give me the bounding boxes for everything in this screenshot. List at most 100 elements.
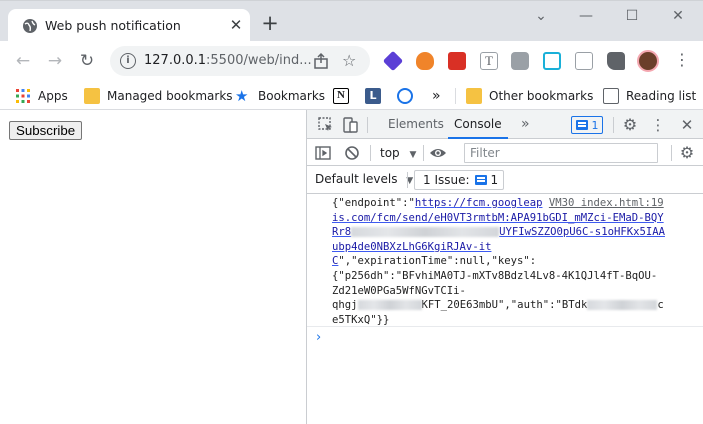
page-viewport: Subscribe	[0, 110, 306, 424]
puzzle-extensions-icon[interactable]	[607, 52, 625, 70]
reading-list[interactable]: Reading list	[603, 86, 696, 106]
console-filter-input[interactable]: Filter	[464, 143, 658, 163]
notion-icon: N	[333, 88, 349, 104]
log-line: {"endpoint":"https://fcm.googleap VM30 i…	[332, 197, 664, 209]
console-log-entry: {"endpoint":"https://fcm.googleap VM30 i…	[307, 195, 703, 327]
back-button[interactable]: ←	[10, 48, 36, 74]
toolbar-divider	[370, 145, 371, 161]
bookmark-apps-label: Apps	[38, 89, 68, 103]
issues-count: 1	[490, 173, 499, 187]
share-icon[interactable]	[312, 52, 330, 70]
star-icon: ★	[235, 87, 249, 105]
message-icon	[474, 175, 487, 185]
bookmarks-overflow[interactable]: »	[432, 86, 441, 106]
devtools-tab-bar: Elements Console » 1 ⚙ ⋮ ✕	[307, 110, 703, 139]
clear-console-icon[interactable]	[343, 144, 361, 162]
console-toolbar: top ▼ Filter ⚙	[307, 140, 703, 166]
tab-divider	[613, 117, 614, 133]
endpoint-link[interactable]: https://fcm.googleap	[415, 197, 543, 209]
text-extension-icon[interactable]: T	[480, 52, 498, 70]
apps-grid-icon	[16, 89, 30, 103]
address-bar[interactable]: i 127.0.0.1:5500/web/ind... ☆	[110, 46, 370, 76]
log-line[interactable]: ubp4de0NBXzLhG6KgiRJAv-it	[332, 240, 491, 255]
redacted-text	[357, 300, 422, 311]
bookmarks-divider	[455, 88, 456, 104]
reading-list-label: Reading list	[626, 89, 697, 103]
video-extension-icon[interactable]	[543, 52, 561, 70]
console-settings-gear-icon[interactable]: ⚙	[678, 144, 696, 162]
folder-icon	[466, 88, 482, 104]
bookmark-bookmarks-label: Bookmarks	[258, 89, 326, 103]
broadcast-icon	[397, 88, 413, 104]
close-devtools-icon[interactable]: ✕	[678, 116, 696, 134]
console-levels-bar: Default levels ▼ 1 Issue: 1	[307, 167, 703, 194]
url-text: 127.0.0.1:5500/web/ind...	[144, 53, 312, 68]
close-window-button[interactable]: ✕	[660, 5, 696, 29]
minimize-button[interactable]: —	[568, 5, 604, 29]
maximize-button[interactable]: ☐	[614, 5, 650, 29]
tab-strip: Web push notification ✕ + ⌄ — ☐ ✕	[0, 0, 703, 42]
dots-extension-icon[interactable]	[448, 52, 466, 70]
subscribe-button[interactable]: Subscribe	[9, 121, 83, 140]
sidebar-toggle-icon[interactable]	[314, 144, 332, 162]
bookmark-apps[interactable]: Apps	[15, 86, 68, 106]
site-info-icon[interactable]: i	[120, 53, 136, 69]
tab-console[interactable]: Console	[448, 110, 508, 139]
console-prompt[interactable]: ›	[316, 330, 321, 345]
redacted-text	[351, 227, 500, 238]
tab-elements[interactable]: Elements	[388, 110, 444, 139]
context-selector[interactable]: top ▼	[380, 144, 416, 162]
toolbar-divider	[423, 145, 424, 161]
metamask-extension-icon[interactable]	[416, 52, 434, 70]
log-line: Zd21eW0PGa5WfNGvTCIi-	[332, 284, 466, 297]
notion-bookmark[interactable]: N	[333, 86, 356, 106]
dropdown-arrow-icon: ▼	[409, 150, 417, 160]
folder-icon	[84, 88, 100, 104]
bookmark-other[interactable]: Other bookmarks	[466, 86, 593, 106]
bookmark-bookmarks[interactable]: ★ Bookmarks	[235, 86, 325, 106]
l-app-icon: L	[365, 88, 381, 104]
layers-extension-icon[interactable]	[382, 50, 404, 72]
podcast-bookmark[interactable]	[397, 86, 420, 106]
reader-extension-icon[interactable]	[575, 52, 593, 70]
reload-button[interactable]: ↻	[74, 48, 100, 74]
tab-overflow[interactable]: »	[521, 110, 530, 139]
device-toolbar-icon[interactable]	[341, 116, 359, 134]
log-line: C","expirationTime":null,"keys":	[332, 255, 537, 268]
reading-list-icon	[603, 88, 619, 104]
devtools-panel: Elements Console » 1 ⚙ ⋮ ✕ top ▼ Filter …	[306, 110, 703, 424]
tab-title: Web push notification	[45, 18, 181, 33]
context-selector-label: top	[380, 146, 400, 160]
menu-kebab-icon[interactable]: ⋮	[674, 50, 690, 70]
inspect-element-icon[interactable]	[317, 116, 335, 134]
toolbar-divider	[671, 145, 672, 161]
new-tab-button[interactable]: +	[259, 13, 281, 35]
close-icon[interactable]: ✕	[227, 16, 245, 34]
camera-extension-icon[interactable]	[511, 52, 529, 70]
issues-button[interactable]: 1 Issue: 1	[414, 170, 505, 190]
tab-search-icon[interactable]: ⌄	[523, 5, 559, 29]
redacted-text	[587, 300, 658, 311]
settings-gear-icon[interactable]: ⚙	[621, 116, 639, 134]
bookmark-managed-label: Managed bookmarks	[107, 89, 233, 103]
bookmark-managed[interactable]: Managed bookmarks	[84, 86, 233, 106]
forward-button[interactable]: →	[42, 48, 68, 74]
log-levels-dropdown[interactable]: Default levels ▼	[315, 172, 413, 186]
source-link[interactable]: VM30 index.html:19	[549, 197, 664, 209]
profile-avatar[interactable]	[637, 50, 659, 72]
devtools-menu-icon[interactable]: ⋮	[649, 116, 667, 134]
l-bookmark[interactable]: L	[365, 86, 388, 106]
issues-counter: 1	[591, 118, 599, 132]
eye-icon[interactable]	[429, 144, 447, 162]
globe-icon	[23, 19, 37, 33]
browser-tab[interactable]: Web push notification ✕	[8, 9, 250, 42]
log-line[interactable]: is.com/fcm/send/eH0VT3rmtbM:APA91bGDI_mM…	[332, 211, 664, 226]
issues-label: 1 Issue:	[423, 173, 470, 187]
issues-counter-button[interactable]: 1	[571, 116, 603, 134]
tab-divider	[367, 117, 368, 133]
log-line: {"p256dh":"BFvhiMA0TJ-mXTv8Bdzl4Lv8-4K1Q…	[332, 270, 658, 282]
log-line[interactable]: Rr8 UYFIwSZZO0pU6C-s1oHFKx5IAA	[332, 225, 665, 240]
bookmark-other-label: Other bookmarks	[489, 89, 594, 103]
toolbar-divider	[407, 172, 408, 188]
bookmark-star-icon[interactable]: ☆	[342, 51, 356, 70]
